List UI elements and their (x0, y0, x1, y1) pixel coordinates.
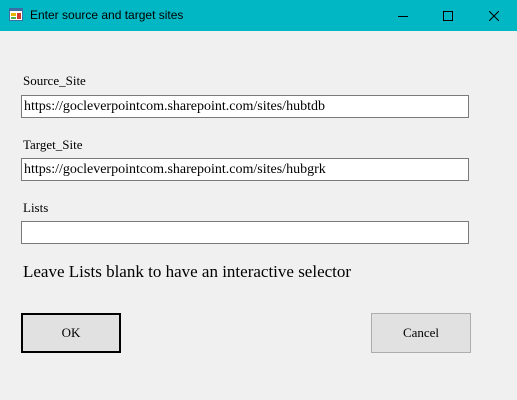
lists-hint-text: Leave Lists blank to have an interactive… (23, 262, 352, 281)
app-icon[interactable] (9, 8, 23, 21)
lists-label: Lists (23, 200, 49, 215)
maximize-button[interactable] (425, 0, 471, 31)
source-site-input[interactable] (21, 95, 469, 118)
close-button[interactable] (471, 0, 517, 31)
source-site-label: Source_Site (23, 73, 86, 88)
ok-button[interactable]: OK (21, 313, 121, 353)
target-site-input[interactable] (21, 158, 469, 181)
target-site-label: Target_Site (23, 137, 83, 152)
title-bar[interactable]: Enter source and target sites (0, 0, 517, 31)
window-title: Enter source and target sites (30, 8, 184, 22)
minimize-button[interactable] (380, 0, 426, 31)
lists-input[interactable] (21, 221, 469, 244)
close-icon (489, 10, 499, 21)
cancel-button[interactable]: Cancel (371, 313, 471, 353)
ok-button-label: OK (61, 325, 81, 340)
minimize-icon (398, 15, 408, 17)
maximize-icon (443, 10, 453, 21)
cancel-button-label: Cancel (402, 325, 440, 340)
